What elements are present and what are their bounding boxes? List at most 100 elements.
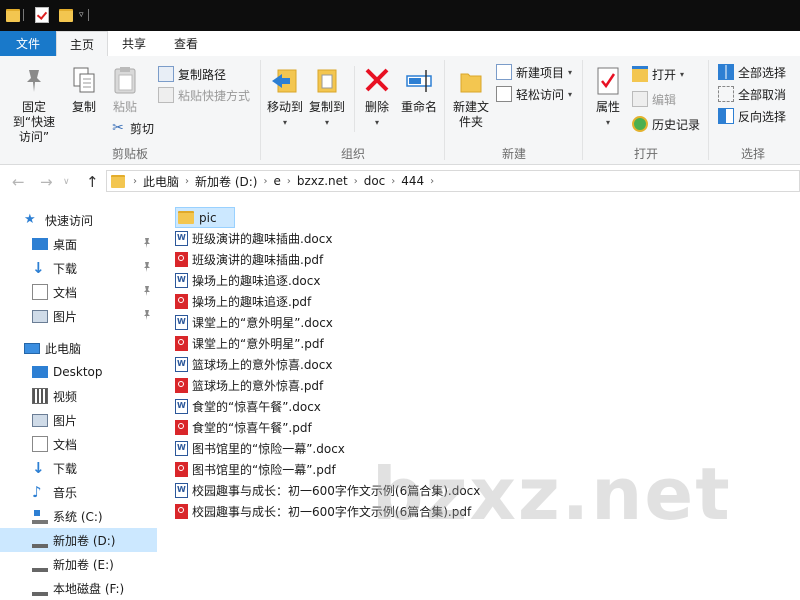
nav-quick-documents[interactable]: 文档 <box>0 280 157 304</box>
file-item-docx[interactable]: 操场上的趣味追逐.docx <box>175 270 320 291</box>
new-item-button[interactable]: 新建项目 ▾ <box>496 62 572 82</box>
file-item-docx[interactable]: 班级演讲的趣味插曲.docx <box>175 228 332 249</box>
file-item-folder[interactable]: pic <box>175 207 235 228</box>
pdf-icon <box>175 378 188 393</box>
file-item-docx[interactable]: 课堂上的“意外明星”.docx <box>175 312 333 333</box>
invert-selection-button[interactable]: 反向选择 <box>718 106 786 126</box>
back-arrow-icon[interactable]: ← <box>12 173 25 191</box>
file-item-docx[interactable]: 篮球场上的意外惊喜.docx <box>175 354 332 375</box>
address-bar[interactable]: › 此电脑 › 新加卷 (D:) › e › bzxz.net › doc › … <box>106 170 800 192</box>
paste-button[interactable]: 粘贴 <box>107 66 143 115</box>
file-item-pdf[interactable]: 校园趣事与成长：初一600字作文示例(6篇合集).pdf <box>175 501 471 522</box>
nav-drive-f[interactable]: 本地磁盘 (F:) <box>0 576 157 600</box>
download-icon: ↓ <box>32 459 45 477</box>
select-all-button[interactable]: 全部选择 <box>718 62 786 82</box>
recent-locations-dropdown-icon[interactable]: ∨ <box>63 177 70 187</box>
cut-button[interactable]: ✂ 剪切 <box>110 118 154 138</box>
nav-quick-access[interactable]: ★ 快速访问 <box>0 208 157 232</box>
group-separator <box>260 60 261 160</box>
file-item-pdf[interactable]: 篮球场上的意外惊喜.pdf <box>175 375 323 396</box>
pictures-icon <box>32 309 48 323</box>
tab-share[interactable]: 共享 <box>108 31 160 56</box>
word-document-icon <box>175 441 188 456</box>
breadcrumb-bzxz[interactable]: bzxz.net <box>291 174 354 188</box>
edit-button[interactable]: 编辑 <box>632 89 676 109</box>
nav-quick-pictures[interactable]: 图片 <box>0 304 157 328</box>
move-to-dropdown-icon: ▾ <box>282 118 287 127</box>
pdf-icon <box>175 252 188 267</box>
copy-path-button[interactable]: 复制路径 <box>158 64 226 84</box>
tab-file[interactable]: 文件 <box>0 31 56 56</box>
file-item-pdf[interactable]: 食堂的“惊喜午餐”.pdf <box>175 417 312 438</box>
properties-icon[interactable] <box>35 7 49 23</box>
file-item-docx[interactable]: 食堂的“惊喜午餐”.docx <box>175 396 321 417</box>
download-icon: ↓ <box>32 259 45 277</box>
select-none-button[interactable]: 全部取消 <box>718 84 786 104</box>
edit-icon <box>632 91 648 107</box>
nav-drive-c[interactable]: 系统 (C:) <box>0 504 157 528</box>
folder-icon[interactable] <box>6 8 20 22</box>
tab-home[interactable]: 主页 <box>56 31 108 57</box>
forward-arrow-icon[interactable]: → <box>40 173 53 191</box>
pdf-icon <box>175 462 188 477</box>
customize-toolbar-dropdown-icon[interactable]: ▿ <box>79 10 84 20</box>
pdf-icon <box>175 420 188 435</box>
nav-drive-d[interactable]: 新加卷 (D:) <box>0 528 157 552</box>
nav-quick-desktop[interactable]: 桌面 <box>0 232 157 256</box>
copy-button[interactable]: 复制 <box>66 66 102 115</box>
breadcrumb-drive-d[interactable]: 新加卷 (D:) <box>189 173 263 190</box>
nav-quick-downloads[interactable]: ↓ 下载 <box>0 256 157 280</box>
nav-this-pc[interactable]: 此电脑 <box>0 336 157 360</box>
rename-button[interactable]: 重命名 <box>398 66 440 115</box>
select-none-icon <box>718 86 734 102</box>
delete-icon <box>365 68 389 92</box>
copy-to-button[interactable]: 复制到 ▾ <box>306 66 348 130</box>
breadcrumb-this-pc[interactable]: 此电脑 <box>137 173 185 190</box>
copy-to-icon <box>317 69 337 93</box>
file-item-docx[interactable]: 校园趣事与成长：初一600字作文示例(6篇合集).docx <box>175 480 480 501</box>
chevron-right-icon[interactable]: › <box>430 176 434 187</box>
word-document-icon <box>175 315 188 330</box>
tab-view[interactable]: 查看 <box>160 31 212 56</box>
file-item-pdf[interactable]: 课堂上的“意外明星”.pdf <box>175 333 324 354</box>
group-label-select: 选择 <box>740 147 765 161</box>
desktop-icon <box>32 366 48 378</box>
file-item-docx[interactable]: 图书馆里的“惊险一幕”.docx <box>175 438 345 459</box>
nav-pc-music[interactable]: ♪ 音乐 <box>0 480 157 504</box>
nav-pc-documents[interactable]: 文档 <box>0 432 157 456</box>
nav-pc-downloads[interactable]: ↓ 下载 <box>0 456 157 480</box>
paste-shortcut-button[interactable]: 粘贴快捷方式 <box>158 85 250 105</box>
new-folder-button[interactable]: 新建文件夹 <box>448 66 494 130</box>
nav-pc-pictures[interactable]: 图片 <box>0 408 157 432</box>
folder-icon <box>111 174 125 188</box>
file-item-pdf[interactable]: 班级演讲的趣味插曲.pdf <box>175 249 323 270</box>
inner-separator <box>354 66 355 132</box>
delete-button[interactable]: 删除 ▾ <box>360 66 394 130</box>
up-arrow-icon[interactable]: ↑ <box>86 173 99 191</box>
word-document-icon <box>175 231 188 246</box>
nav-pc-videos[interactable]: 视频 <box>0 384 157 408</box>
paste-shortcut-icon <box>158 87 174 103</box>
breadcrumb-e[interactable]: e <box>267 174 286 188</box>
history-button[interactable]: 历史记录 <box>632 114 700 134</box>
new-folder-icon <box>460 73 482 93</box>
nav-pc-desktop[interactable]: Desktop <box>0 360 157 384</box>
open-button[interactable]: 打开 ▾ <box>632 64 684 84</box>
drive-icon <box>32 532 48 548</box>
breadcrumb-444[interactable]: 444 <box>395 174 430 188</box>
easy-access-button[interactable]: 轻松访问 ▾ <box>496 84 572 104</box>
file-item-pdf[interactable]: 操场上的趣味追逐.pdf <box>175 291 311 312</box>
quick-access-toolbar: ▿ <box>6 7 92 23</box>
copy-icon <box>73 67 95 93</box>
properties-button[interactable]: 属性 ▾ <box>590 66 626 130</box>
pdf-icon <box>175 336 188 351</box>
file-item-pdf[interactable]: 图书馆里的“惊险一幕”.pdf <box>175 459 336 480</box>
breadcrumb-doc[interactable]: doc <box>358 174 392 188</box>
nav-drive-e[interactable]: 新加卷 (E:) <box>0 552 157 576</box>
pin-icon <box>144 238 150 248</box>
group-label-open: 打开 <box>633 147 658 161</box>
new-folder-icon[interactable] <box>59 8 73 22</box>
pin-to-quick-access-button[interactable]: 固定到“快速访问” <box>4 66 64 145</box>
address-bar-row: ← → ∨ ↑ › 此电脑 › 新加卷 (D:) › e › bzxz.net … <box>0 165 800 199</box>
move-to-button[interactable]: 移动到 ▾ <box>264 66 306 130</box>
